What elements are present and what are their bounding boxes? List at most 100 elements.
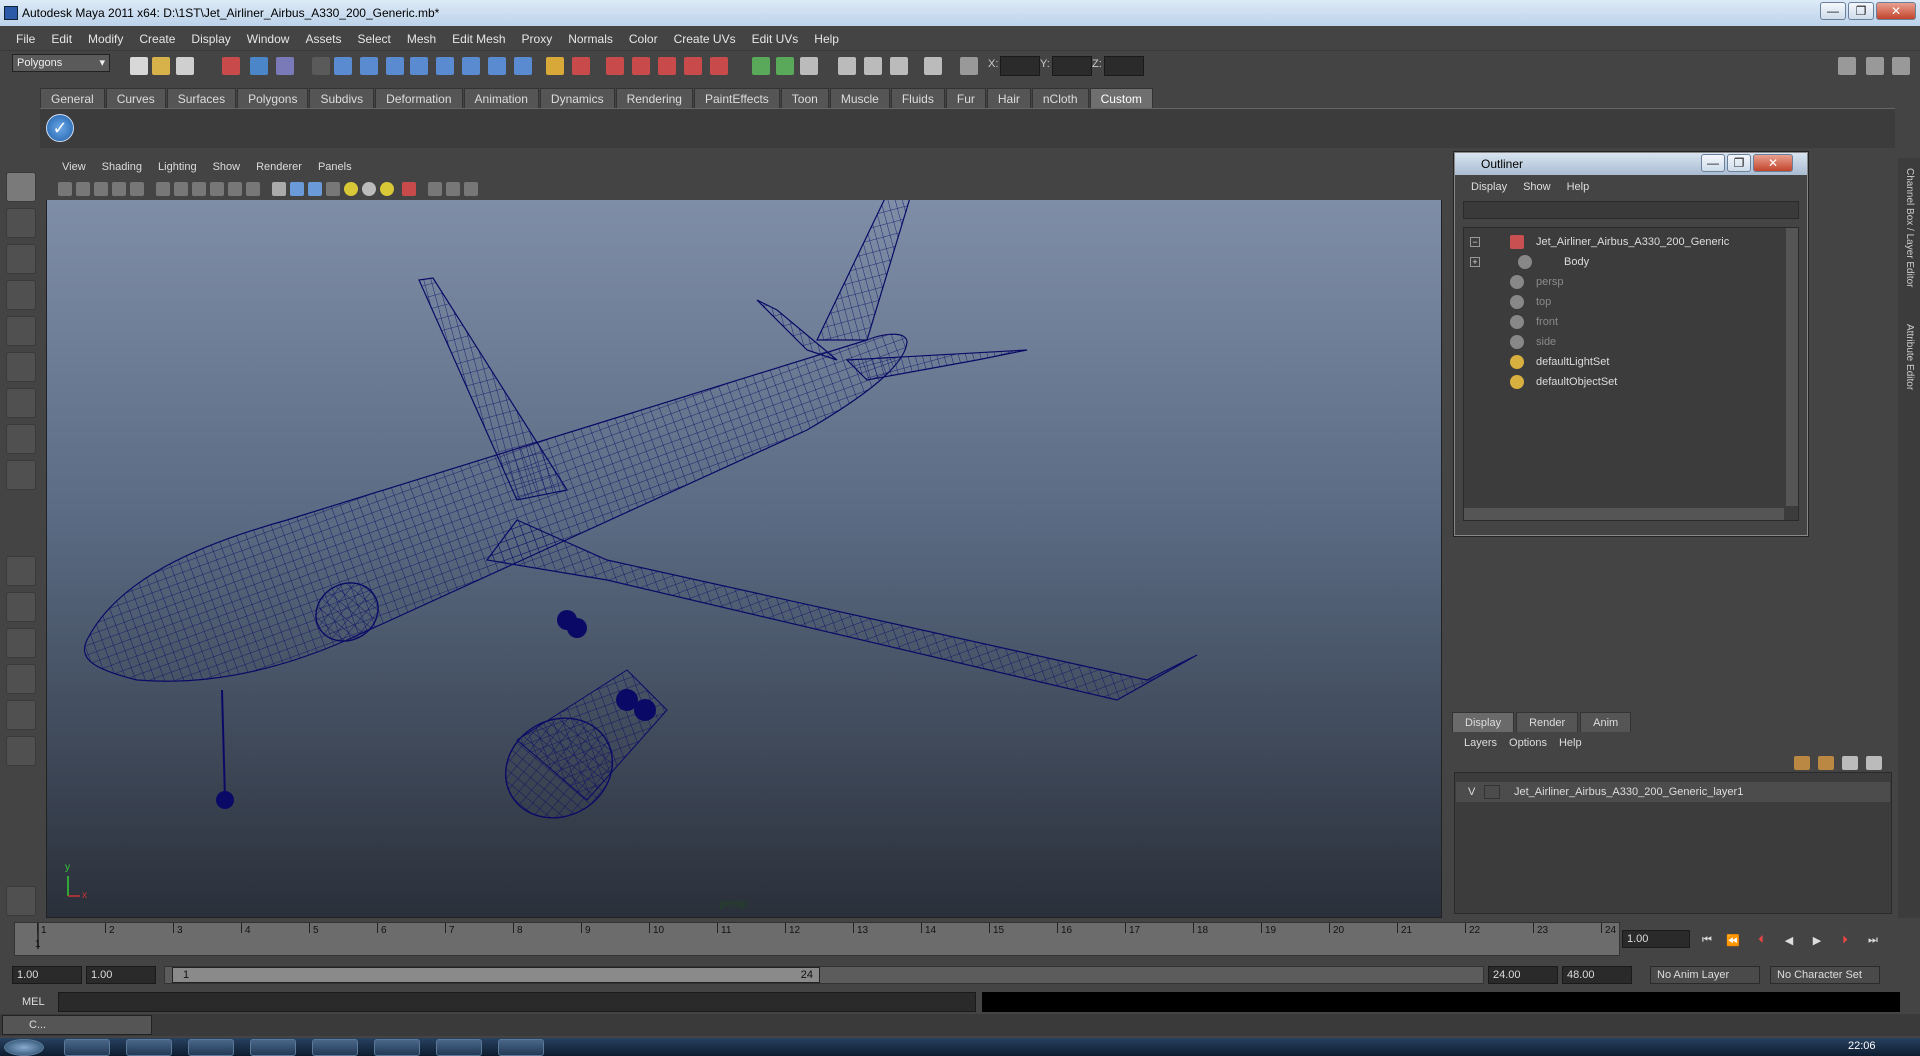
menu-modify[interactable]: Modify [80, 28, 131, 50]
shelf-tab-subdivs[interactable]: Subdivs [309, 88, 375, 108]
collapse-icon[interactable]: − [1470, 237, 1480, 247]
menu-create-uvs[interactable]: Create UVs [666, 28, 744, 50]
menu-help[interactable]: Help [806, 28, 847, 50]
select-dynamics-icon[interactable] [462, 57, 480, 75]
smooth-shade-icon[interactable] [290, 182, 304, 196]
layer-menu-options[interactable]: Options [1503, 734, 1553, 752]
minimized-window[interactable]: C... [2, 1015, 152, 1035]
menu-proxy[interactable]: Proxy [514, 28, 561, 50]
persp-hypershade-layout-icon[interactable] [6, 700, 36, 730]
shelf-tab-toon[interactable]: Toon [780, 88, 829, 108]
select-tool-icon[interactable] [6, 172, 36, 202]
wireframe-icon[interactable] [272, 182, 286, 196]
mask-dropdown-icon[interactable] [312, 57, 330, 75]
side-tab-attribute-editor[interactable]: Attribute Editor [1900, 324, 1918, 390]
layer-row[interactable]: V Jet_Airliner_Airbus_A330_200_Generic_l… [1456, 782, 1890, 802]
outliner-menu-show[interactable]: Show [1515, 177, 1559, 197]
select-handles-icon[interactable] [334, 57, 352, 75]
play-backwards-icon[interactable]: ◀ [1780, 934, 1798, 950]
outliner-item[interactable]: side [1464, 332, 1784, 352]
go-to-end-icon[interactable]: ⏭ [1864, 934, 1882, 950]
safe-action-icon[interactable] [246, 182, 260, 196]
select-misc-icon[interactable] [514, 57, 532, 75]
expand-icon[interactable]: + [1470, 257, 1480, 267]
film-gate-icon[interactable] [174, 182, 188, 196]
move-layer-down-icon[interactable] [1818, 756, 1834, 770]
close-button[interactable]: ✕ [1876, 2, 1916, 20]
outliner-item[interactable]: top [1464, 292, 1784, 312]
lasso-tool-icon[interactable] [6, 208, 36, 238]
outliner-item[interactable]: front [1464, 312, 1784, 332]
high-quality-icon[interactable] [380, 182, 394, 196]
viewport-canvas[interactable] [47, 200, 1441, 917]
new-scene-icon[interactable] [130, 57, 148, 75]
taskbar-app-icon[interactable] [188, 1039, 234, 1056]
select-curves-icon[interactable] [386, 57, 404, 75]
shelf-tab-animation[interactable]: Animation [463, 88, 539, 108]
select-component-icon[interactable] [276, 57, 294, 75]
menu-set-selector[interactable]: Polygons [12, 54, 110, 72]
taskbar-photoshop-icon[interactable] [250, 1039, 296, 1056]
construction-history-icon[interactable] [800, 57, 818, 75]
isolate-select-icon[interactable] [402, 182, 416, 196]
menu-assets[interactable]: Assets [297, 28, 349, 50]
outliner-item[interactable]: defaultObjectSet [1464, 372, 1784, 392]
show-hide-attribute-editor-icon[interactable] [1838, 57, 1856, 75]
xray-components-icon[interactable] [464, 182, 478, 196]
shelf-tab-painteffects[interactable]: PaintEffects [693, 88, 780, 108]
textured-icon[interactable] [326, 182, 340, 196]
transform-input-icon[interactable] [960, 57, 978, 75]
outliner-vertical-scrollbar[interactable] [1786, 228, 1798, 506]
viewport-menu-view[interactable]: View [54, 156, 94, 178]
snap-grid-icon[interactable] [606, 57, 624, 75]
select-joints-icon[interactable] [360, 57, 378, 75]
persp-outliner-layout-icon[interactable] [6, 628, 36, 658]
grid-icon[interactable] [156, 182, 170, 196]
shelf-tab-deformation[interactable]: Deformation [375, 88, 463, 108]
outliner-minimize-button[interactable]: — [1701, 154, 1725, 172]
x-field[interactable] [1000, 56, 1040, 76]
persp-graph-layout-icon[interactable] [6, 664, 36, 694]
tab-display-layers[interactable]: Display [1452, 712, 1515, 732]
scale-tool-icon[interactable] [6, 352, 36, 382]
shelf-tab-fur[interactable]: Fur [945, 88, 986, 108]
snap-curve-icon[interactable] [632, 57, 650, 75]
outliner-item[interactable]: − Jet_Airliner_Airbus_A330_200_Generic [1464, 232, 1784, 252]
outliner-item[interactable]: persp [1464, 272, 1784, 292]
anim-layer-dropdown[interactable]: No Anim Layer [1650, 966, 1760, 984]
outliner-item[interactable]: + Body [1464, 252, 1784, 272]
move-tool-icon[interactable] [6, 280, 36, 310]
use-all-lights-icon[interactable] [344, 182, 358, 196]
outliner-horizontal-scrollbar[interactable] [1464, 508, 1784, 520]
soft-mod-tool-icon[interactable] [6, 424, 36, 454]
viewport-menu-lighting[interactable]: Lighting [150, 156, 205, 178]
render-settings-icon[interactable] [890, 57, 908, 75]
field-chart-icon[interactable] [228, 182, 242, 196]
step-forward-key-icon[interactable]: ⏵ [1836, 934, 1854, 950]
step-back-key-icon[interactable]: ⏴ [1752, 934, 1770, 950]
layer-menu-help[interactable]: Help [1553, 734, 1588, 752]
shelf-tab-ncloth[interactable]: nCloth [1031, 88, 1089, 108]
move-layer-up-icon[interactable] [1794, 756, 1810, 770]
tab-render-layers[interactable]: Render [1516, 712, 1579, 732]
shelf-tab-custom[interactable]: Custom [1089, 88, 1153, 108]
menu-normals[interactable]: Normals [560, 28, 621, 50]
menu-select[interactable]: Select [349, 28, 398, 50]
outliner-menu-display[interactable]: Display [1463, 177, 1515, 197]
menu-edit-mesh[interactable]: Edit Mesh [444, 28, 513, 50]
y-field[interactable] [1052, 56, 1092, 76]
show-manipulator-icon[interactable] [6, 460, 36, 490]
taskbar-app-icon[interactable] [436, 1039, 482, 1056]
xray-icon[interactable] [428, 182, 442, 196]
taskbar-chrome-icon[interactable] [64, 1039, 110, 1056]
animation-end-field[interactable]: 48.00 [1562, 966, 1632, 984]
render-current-frame-icon[interactable] [838, 57, 856, 75]
hypershade-icon[interactable] [924, 57, 942, 75]
taskbar-app-icon[interactable] [498, 1039, 544, 1056]
current-frame-field[interactable]: 1.00 [1622, 930, 1690, 948]
shelf-tab-surfaces[interactable]: Surfaces [166, 88, 237, 108]
rotate-tool-icon[interactable] [6, 316, 36, 346]
menu-mesh[interactable]: Mesh [399, 28, 444, 50]
gate-mask-icon[interactable] [210, 182, 224, 196]
viewport-menu-panels[interactable]: Panels [310, 156, 360, 178]
